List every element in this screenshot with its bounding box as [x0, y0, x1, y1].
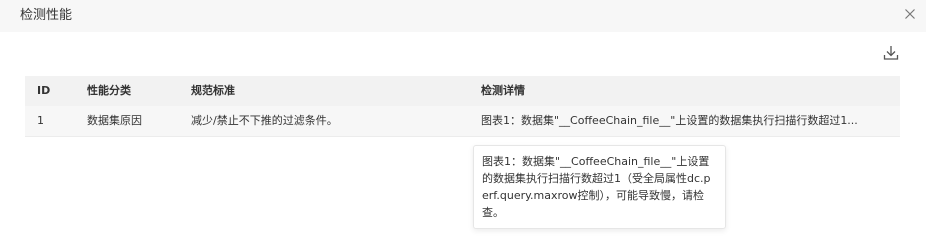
close-icon[interactable]	[902, 6, 918, 22]
cell-id: 1	[37, 114, 44, 127]
cell-detail[interactable]: 图表1：数据集"__CoffeeChain_file__"上设置的数据集执行扫描…	[481, 106, 895, 136]
header-id: ID	[37, 84, 51, 97]
dialog-titlebar: 检测性能	[0, 0, 926, 32]
performance-table: ID 性能分类 规范标准 检测详情 1 数据集原因 减少/禁止不下推的过滤条件。…	[25, 76, 900, 137]
header-category: 性能分类	[87, 84, 131, 97]
performance-check-dialog: 检测性能 ID 性能分类 规范标准 检测详情 1 数据集原因 减少/禁止不下推的…	[0, 0, 926, 243]
header-standard: 规范标准	[191, 84, 235, 97]
table-header-row: ID 性能分类 规范标准 检测详情	[25, 76, 900, 106]
dialog-title: 检测性能	[20, 8, 73, 23]
header-detail: 检测详情	[481, 84, 525, 97]
table-row[interactable]: 1 数据集原因 减少/禁止不下推的过滤条件。 图表1：数据集"__CoffeeC…	[25, 106, 900, 137]
download-icon[interactable]	[882, 44, 900, 62]
cell-standard: 减少/禁止不下推的过滤条件。	[191, 114, 338, 127]
cell-category: 数据集原因	[87, 114, 142, 127]
detail-tooltip: 图表1：数据集"__CoffeeChain_file__"上设置的数据集执行扫描…	[473, 145, 726, 229]
